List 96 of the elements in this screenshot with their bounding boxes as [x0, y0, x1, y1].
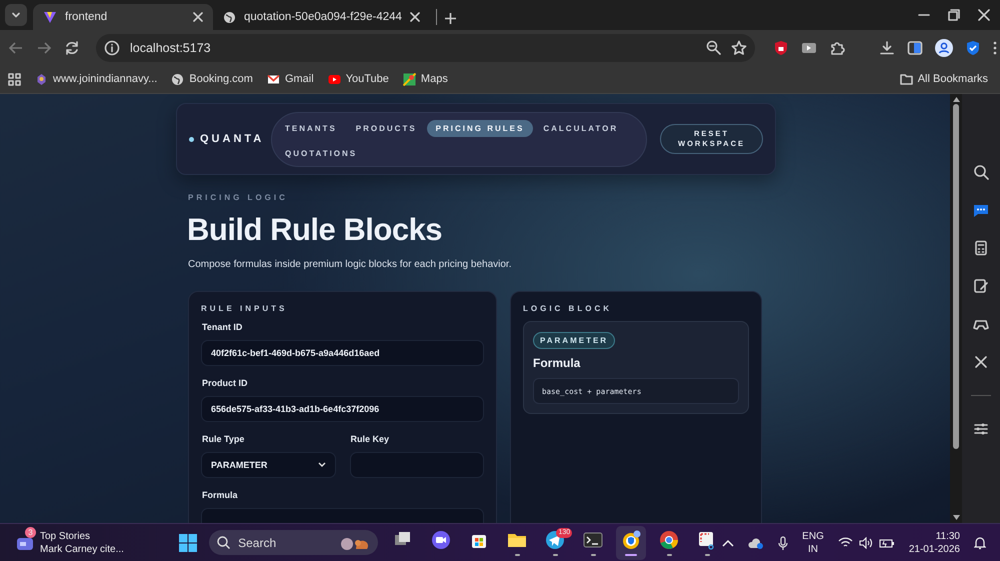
nav-tab[interactable]: PRICING RULES [426, 120, 534, 136]
input-field[interactable] [350, 452, 484, 478]
nav-tab[interactable]: PRODUCTS [346, 120, 426, 136]
close-icon[interactable] [410, 12, 420, 22]
bell-icon[interactable] [974, 536, 986, 550]
news-headline: Mark Carney cite... [40, 544, 124, 554]
chat-icon[interactable] [973, 202, 989, 218]
field-label: Rule Key [350, 434, 390, 444]
terminal-icon [583, 530, 604, 550]
download-icon[interactable] [879, 40, 895, 56]
scrollbar[interactable] [950, 94, 962, 523]
close-icon[interactable] [193, 12, 203, 22]
browser-tab[interactable]: frontend [33, 4, 213, 30]
nav-tab[interactable]: QUOTATIONS [276, 144, 366, 162]
panel-heading: RULE INPUTS [201, 304, 288, 313]
wifi-icon[interactable] [838, 536, 853, 548]
brand-name: QUANTA [200, 133, 264, 145]
nav-tab[interactable]: CALCULATOR [534, 120, 628, 136]
mail-icon [266, 72, 280, 86]
forward-arrow-icon[interactable] [36, 40, 52, 56]
info-icon[interactable] [104, 40, 120, 56]
video-chat-icon [431, 530, 452, 550]
browser-tab[interactable]: quotation-50e0a094-f29e-4244 [213, 4, 430, 30]
region-code: IN [808, 544, 818, 554]
calculator-icon[interactable] [973, 240, 989, 256]
all-bookmarks-button[interactable]: All Bookmarks [900, 73, 992, 85]
field-label: Formula [202, 490, 239, 500]
page-title: Build Rule Blocks [187, 212, 444, 248]
chevron-down-icon [318, 462, 326, 468]
language-code: ENG [802, 530, 824, 542]
star-icon[interactable] [731, 40, 747, 56]
dot-icon [189, 136, 194, 142]
edit-icon[interactable] [973, 278, 989, 294]
crest-icon [35, 72, 48, 86]
close-icon[interactable] [978, 9, 990, 21]
news-title: Top Stories [40, 530, 92, 542]
globe-icon [171, 72, 184, 86]
chrome-icon [659, 530, 680, 550]
tools-icon[interactable] [973, 354, 989, 370]
panel-heading: LOGIC BLOCK [523, 304, 613, 313]
windows-start-icon[interactable] [179, 534, 198, 552]
search-icon[interactable] [973, 164, 989, 180]
profile-avatar-icon[interactable] [935, 38, 953, 56]
notification-count: 3 [25, 526, 36, 538]
block-title: Formula [533, 356, 582, 370]
url-text: localhost:5173 [130, 40, 212, 54]
puzzle-icon[interactable] [829, 40, 845, 56]
chevron-up-icon[interactable] [722, 538, 734, 546]
bookmark-link[interactable]: Gmail [266, 72, 314, 86]
page-subtitle: Compose formulas inside premium logic blocks for each pricing behavior. [188, 259, 512, 270]
new-tab-icon[interactable] [444, 13, 456, 24]
scroll-down-icon[interactable] [952, 515, 960, 520]
sliders-icon[interactable] [973, 421, 989, 437]
triangle-logo-icon [43, 10, 57, 24]
tab-list-button[interactable] [5, 4, 27, 26]
speaker-icon[interactable] [858, 536, 873, 548]
field-label: Tenant ID [202, 322, 244, 332]
apps-grid-icon[interactable] [8, 72, 21, 86]
shield-check-icon[interactable] [965, 40, 981, 56]
bookmark-link[interactable]: Maps [402, 72, 448, 86]
chevron-down-icon [11, 10, 21, 20]
search-icon [217, 536, 230, 549]
rule-type-badge: PARAMETER [533, 332, 616, 349]
folder-icon [900, 73, 913, 85]
bookmark-link[interactable]: YouTube [328, 72, 389, 86]
map-pin-icon [402, 72, 416, 86]
side-panel-icon[interactable] [907, 40, 923, 56]
language-indicator[interactable]: ENG IN [802, 530, 824, 554]
globe-icon [223, 10, 236, 24]
field-label: Product ID [202, 378, 249, 388]
address-bar[interactable]: localhost:5173 [96, 34, 755, 62]
shield-browser-icon [621, 530, 642, 550]
zoom-out-icon[interactable] [706, 40, 721, 55]
search-field[interactable]: Search [209, 530, 378, 555]
select-field[interactable]: PARAMETER [201, 452, 336, 478]
battery-icon[interactable] [878, 536, 895, 548]
microphone-icon[interactable] [778, 536, 788, 550]
section-eyebrow: PRICING LOGIC [188, 193, 289, 202]
bookmark-link[interactable]: www.joinindiannavy... [35, 72, 158, 86]
field-label: Rule Type [202, 434, 246, 444]
taskbar-app[interactable] [616, 526, 646, 560]
menu-icon[interactable] [993, 40, 997, 54]
shield-lock-icon[interactable] [773, 40, 789, 56]
cloud-icon[interactable] [748, 536, 764, 548]
restore-icon[interactable] [948, 9, 960, 21]
nav-tab[interactable]: TENANTS [276, 120, 346, 136]
reload-icon[interactable] [64, 40, 80, 56]
scroll-up-icon[interactable] [952, 97, 960, 102]
input-field[interactable]: 656de575-af33-41b3-ad1b-6e4fc37f2096 [201, 396, 484, 422]
back-arrow-icon[interactable] [8, 40, 24, 56]
bookmark-link[interactable]: Booking.com [171, 72, 253, 86]
clock-date: 21-01-2026 [908, 544, 960, 554]
clock[interactable]: 11:30 21-01-2026 [908, 530, 960, 554]
clock-time: 11:30 [936, 530, 960, 542]
play-icon [328, 72, 341, 86]
input-field[interactable]: 40f2f61c-bef1-469d-b675-a9a446d16aed [201, 340, 484, 366]
